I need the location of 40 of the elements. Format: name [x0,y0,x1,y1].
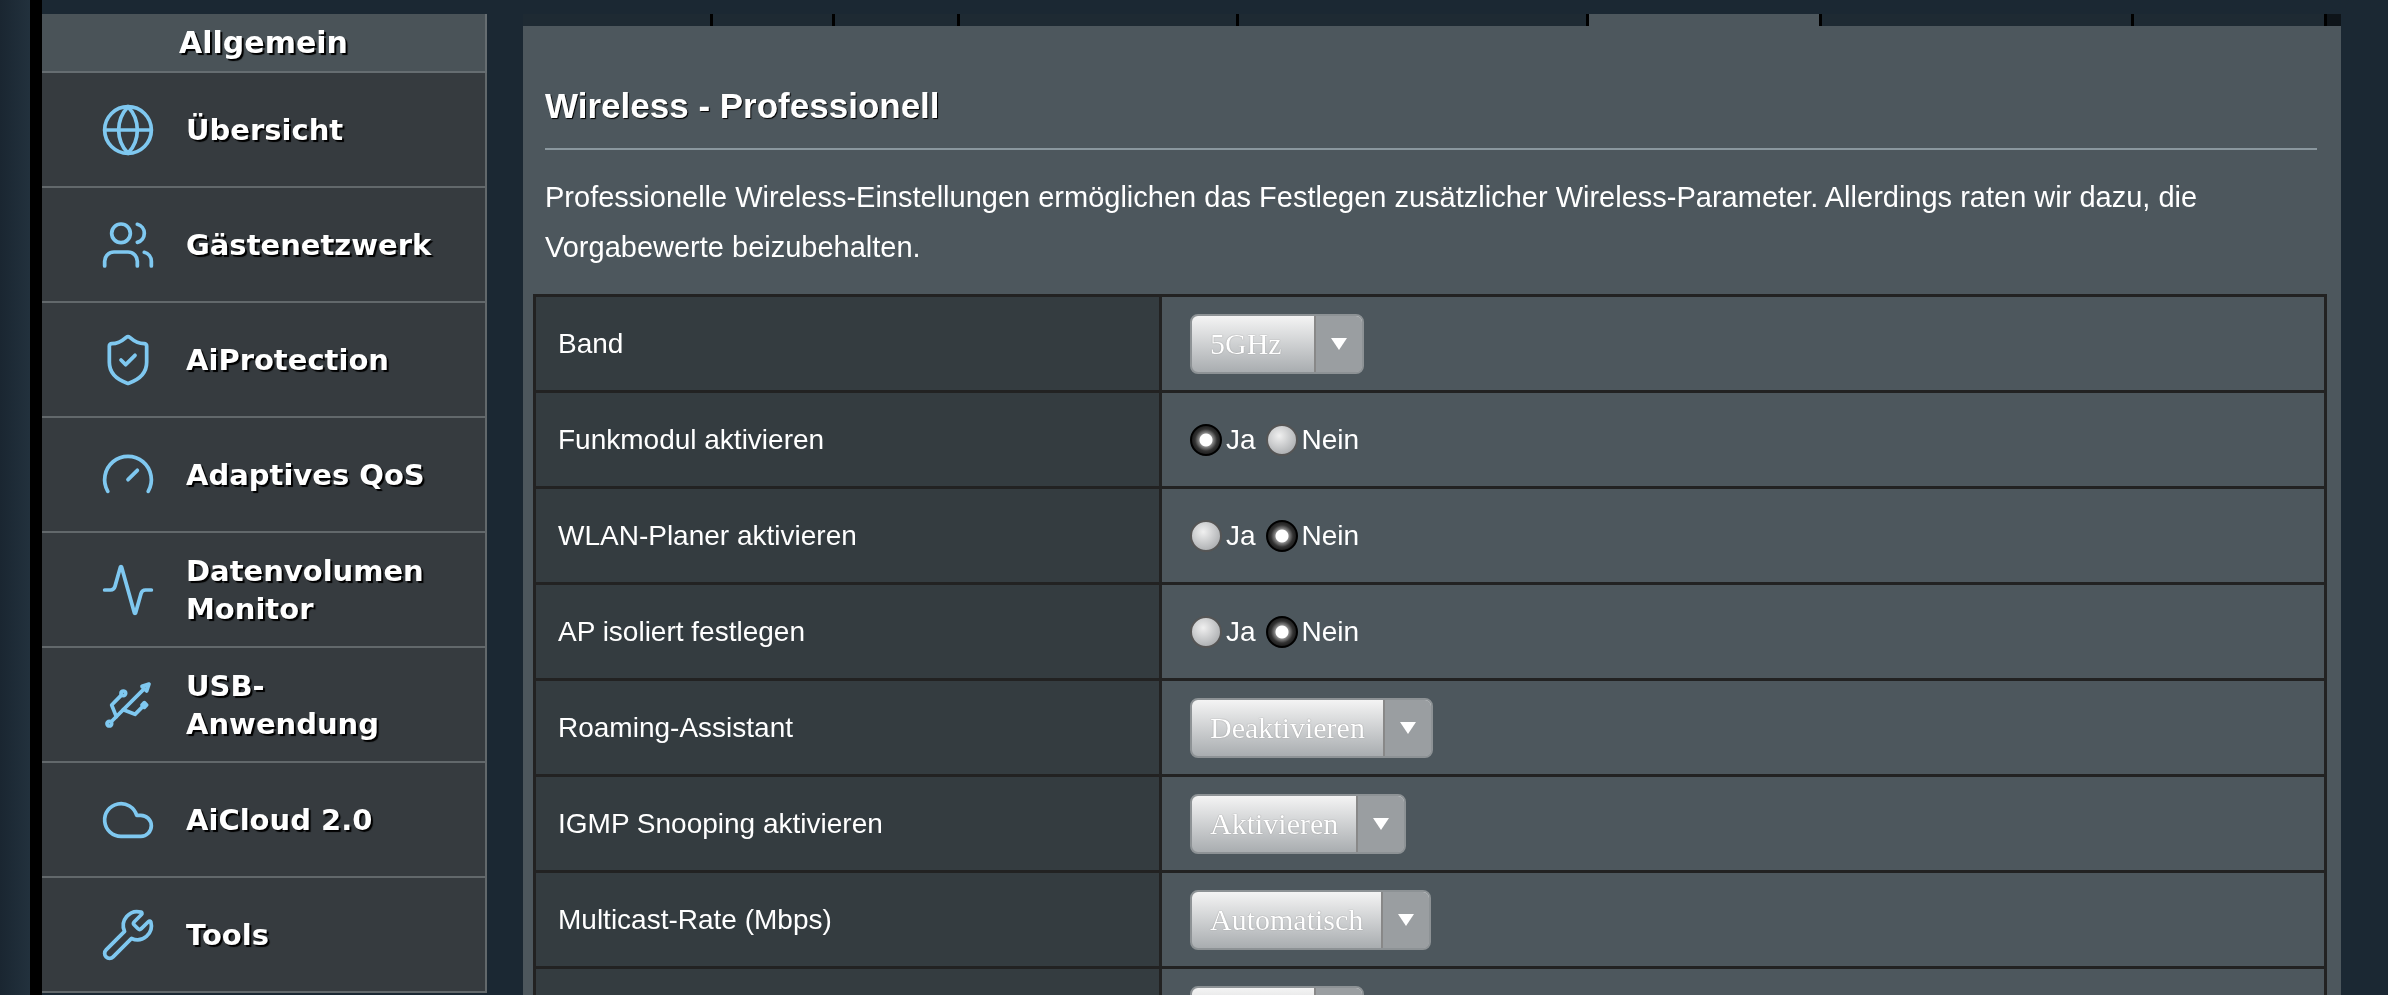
caret-icon [1397,912,1416,927]
setting-label: IGMP Snooping aktivieren [536,777,1162,870]
radio-label: Ja [1226,423,1256,456]
tab[interactable] [835,14,960,26]
radio-button[interactable] [1190,519,1222,552]
tab[interactable] [713,14,835,26]
radio-label: Nein [1301,615,1360,648]
radio-button[interactable] [1265,423,1298,456]
sidebar-item[interactable]: Datenvolumen Monitor [42,533,487,648]
tab[interactable] [1589,14,1822,26]
caret-icon [1330,336,1348,351]
radio-label: Nein [1301,423,1360,456]
caret-icon [1398,720,1417,735]
sidebar-item[interactable]: Tools [42,878,487,993]
setting-label: WLAN-Planer aktivieren [536,489,1162,582]
radio-button[interactable] [1190,423,1222,456]
setting-label: Multicast-Rate (Mbps) [536,873,1162,966]
radio-label: Nein [1301,519,1360,552]
sidebar-item[interactable]: AiProtection [42,303,487,418]
sidebar-header: Allgemein [42,14,487,73]
setting-label: Band [536,297,1162,390]
panel-description: Professionelle Wireless-Einstellungen ermöglichen das Festlegen zusätzlicher Wireless-Parameter. Allerdings raten wir dazu, die Vorgabewerte beizubehalten. [545,180,2199,265]
radio-button[interactable] [1265,519,1298,552]
sidebar-item[interactable]: AiCloud 2.0 [42,763,487,878]
setting-label: AP isoliert festlegen [536,585,1162,678]
sidebar-item[interactable]: Adaptives QoS [42,418,487,533]
tab[interactable] [1822,14,2134,26]
caret-icon [1372,816,1391,831]
sidebar-item[interactable]: Übersicht [42,73,487,188]
sidebar-item[interactable]: Gästenetzwerk [42,188,487,303]
tab[interactable] [1239,14,1589,26]
setting-label: Funkmodul aktivieren [536,393,1162,486]
tab[interactable] [960,14,1239,26]
radio-label: Ja [1226,519,1256,552]
radio-button[interactable] [1190,615,1222,648]
sidebar-item[interactable]: USB-Anwendung [42,648,487,763]
setting-label: Roaming-Assistant [536,681,1162,774]
radio-label: Ja [1226,615,1256,648]
tab[interactable] [2134,14,2327,26]
radio-button[interactable] [1265,615,1298,648]
